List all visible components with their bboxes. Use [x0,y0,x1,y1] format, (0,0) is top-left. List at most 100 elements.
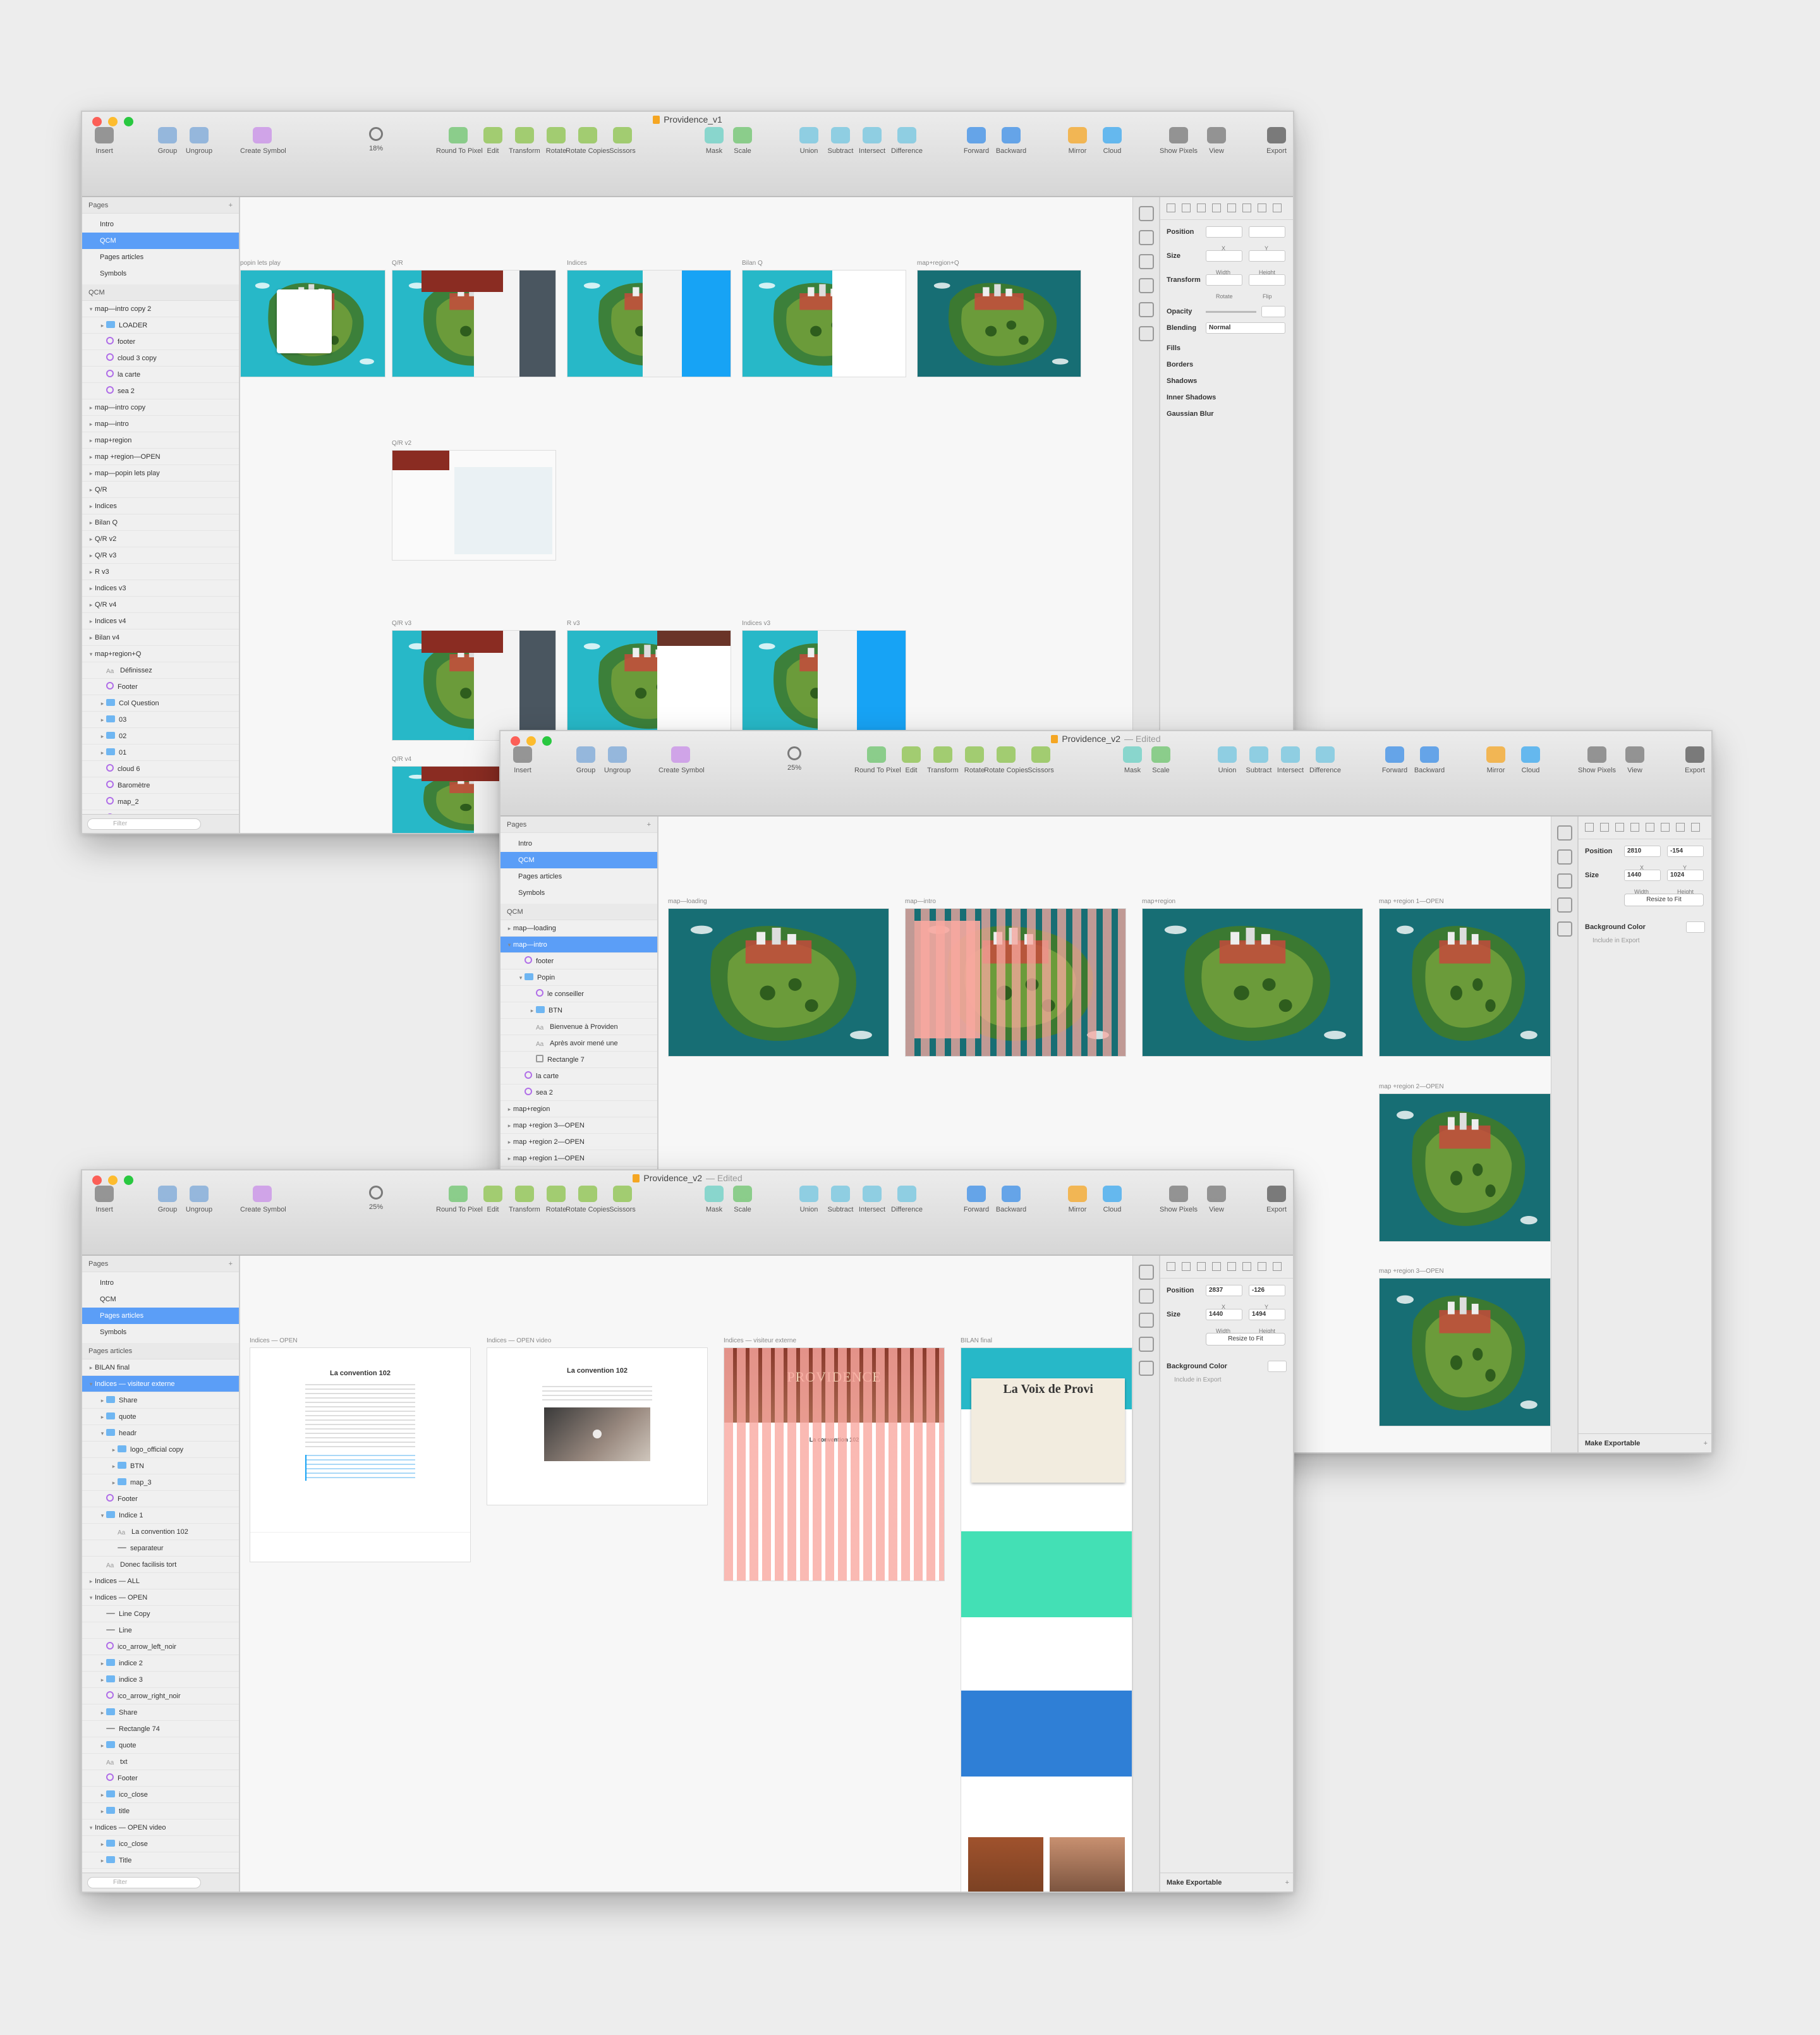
disclosure-icon[interactable]: ▸ [506,920,513,937]
y-input[interactable]: -126 [1249,1285,1285,1296]
layer-row[interactable]: ▸ Q/R v2 [82,531,239,547]
page-item[interactable]: Pages articles [82,1308,239,1324]
page-item[interactable]: QCM [500,852,657,868]
layer-row[interactable]: Aa Bienvenue à Providen [500,1019,657,1035]
layer-row[interactable]: Aa Définissez [82,662,239,679]
ungroup-tool[interactable]: Ungroup [177,1186,221,1213]
layer-row[interactable]: Line [82,1622,239,1639]
disclosure-icon[interactable]: ▸ [506,1134,513,1150]
filter-input[interactable]: Filter [87,818,201,830]
view-tool[interactable]: View [1194,127,1239,155]
disclosure-icon[interactable]: ▸ [87,514,95,531]
layer-row[interactable]: ▸ quote [82,1409,239,1425]
layer-row[interactable]: ▸ title [82,1803,239,1819]
layer-row[interactable]: Aa La convention 102 [82,1524,239,1540]
layer-row[interactable]: ▸ Col Question [82,695,239,712]
layer-row[interactable]: la carte [500,1068,657,1084]
artboard-label[interactable]: Q/R v2 [392,440,411,447]
export-icon[interactable] [1138,1289,1154,1304]
artboard[interactable]: BILAN final La Voix de Provi [961,1337,1132,1892]
export-tool[interactable]: Export [1254,1186,1293,1213]
layer-row[interactable]: ▸ map—intro [82,416,239,432]
artboard[interactable]: Q/R v2 [392,440,556,561]
resize-icon[interactable] [1138,1361,1154,1376]
artboard[interactable]: map +region 3—OPEN [1379,1268,1551,1426]
make-exportable-row[interactable]: Make Exportable + [1579,1433,1711,1452]
align-icon[interactable] [1556,825,1572,841]
create-symbol-tool[interactable]: Create Symbol [240,1186,286,1213]
artboard[interactable]: Q/R v3 [392,620,556,741]
make-exportable-row[interactable]: Make Exportable + [1160,1873,1293,1892]
view-tool[interactable]: View [1194,1186,1239,1213]
export-icon[interactable] [1138,230,1154,245]
layer-row[interactable]: ▾ Indices — visiteur externe [82,1376,239,1392]
artboard-label[interactable]: Indices v3 [742,620,770,627]
add-page-icon[interactable]: + [229,197,233,214]
insert-tool[interactable]: Insert [82,127,126,155]
artboard-label[interactable]: map +region 1—OPEN [1379,898,1444,905]
insert-tool[interactable]: Insert [82,1186,126,1213]
resize-to-fit-button[interactable]: Resize to Fit [1206,1333,1285,1346]
layer-row[interactable]: ▸ Indices — ALL [82,1573,239,1589]
disclosure-icon[interactable]: ▸ [87,613,95,629]
disclosure-icon[interactable]: ▸ [99,1836,106,1852]
layer-row[interactable]: separateur [82,1540,239,1557]
layer-row[interactable]: ▸ BTN [500,1002,657,1019]
layer-row[interactable]: ▸ BILAN final [82,1359,239,1376]
width-input[interactable]: 1440 [1624,870,1661,881]
prototype-icon[interactable] [1138,326,1154,341]
artboard[interactable]: map+region+Q [917,260,1081,377]
disclosure-icon[interactable]: ▸ [99,744,106,761]
height-input[interactable]: 1494 [1249,1309,1285,1320]
disclosure-icon[interactable]: ▸ [99,317,106,334]
zoom-tool[interactable]: 25% [354,1186,398,1211]
artboard-label[interactable]: map—intro [905,898,936,905]
layer-row[interactable]: ▸ Title [82,1852,239,1869]
width-input[interactable] [1206,250,1242,262]
layer-row[interactable]: ▾ map—intro [500,937,657,953]
layer-row[interactable]: ▸ indice 3 [82,1672,239,1688]
page-item[interactable]: Intro [82,216,239,233]
artboard-label[interactable]: map +region 3—OPEN [1379,1268,1444,1275]
artboard[interactable]: Indices [567,260,731,377]
create-symbol-tool[interactable]: Create Symbol [658,746,705,774]
symbol-icon[interactable] [1138,278,1154,293]
layer-row[interactable]: Footer [82,1770,239,1787]
layer-row[interactable]: sea 2 [82,383,239,399]
layer-row[interactable]: ▸ indice 2 [82,1655,239,1672]
disclosure-icon[interactable]: ▾ [506,937,513,953]
layer-row[interactable]: Baromètre [82,777,239,794]
page-item[interactable]: Intro [500,835,657,852]
layer-row[interactable]: ▸ Q/R v4 [82,597,239,613]
height-input[interactable] [1249,250,1285,262]
include-export-row[interactable]: Include in Export [1579,935,1711,947]
y-input[interactable] [1249,226,1285,238]
layer-row[interactable]: ▸ ico_close [82,1787,239,1803]
layer-row[interactable]: ▸ logo_official copy [82,1442,239,1458]
layer-row[interactable]: ▸ Indices [82,498,239,514]
layer-row[interactable]: ▸ Q/R [82,482,239,498]
layer-row[interactable]: Footer [82,1491,239,1507]
disclosure-icon[interactable]: ▸ [99,1392,106,1409]
layer-row[interactable]: ▸ quote [82,1737,239,1754]
disclosure-icon[interactable]: ▸ [99,1409,106,1425]
artboard[interactable]: map—intro [905,898,1126,1057]
filter-input[interactable]: Filter [87,1877,201,1888]
disclosure-icon[interactable]: ▾ [87,301,95,317]
align-icon[interactable] [1138,206,1154,221]
layer-row[interactable]: ▾ Indice 1 [82,1507,239,1524]
layer-row[interactable]: ▸ Bilan Q [82,514,239,531]
ungroup-tool[interactable]: Ungroup [177,127,221,155]
disclosure-icon[interactable]: ▸ [87,416,95,432]
insert-tool[interactable]: Insert [500,746,545,774]
artboard[interactable]: map +region 1—OPEN [1379,898,1551,1057]
layer-row[interactable]: ▸ Share [82,1392,239,1409]
layer-row[interactable]: ▾ headr [82,1425,239,1442]
page-item[interactable]: Pages articles [500,868,657,885]
disclosure-icon[interactable]: ▸ [506,1150,513,1167]
layer-row[interactable]: Line Copy [82,1606,239,1622]
disclosure-icon[interactable]: ▸ [99,1787,106,1803]
background-color-swatch[interactable] [1268,1361,1287,1372]
disclosure-icon[interactable]: ▸ [506,1101,513,1117]
layer-row[interactable]: Aa Donec facilisis tort [82,1557,239,1573]
